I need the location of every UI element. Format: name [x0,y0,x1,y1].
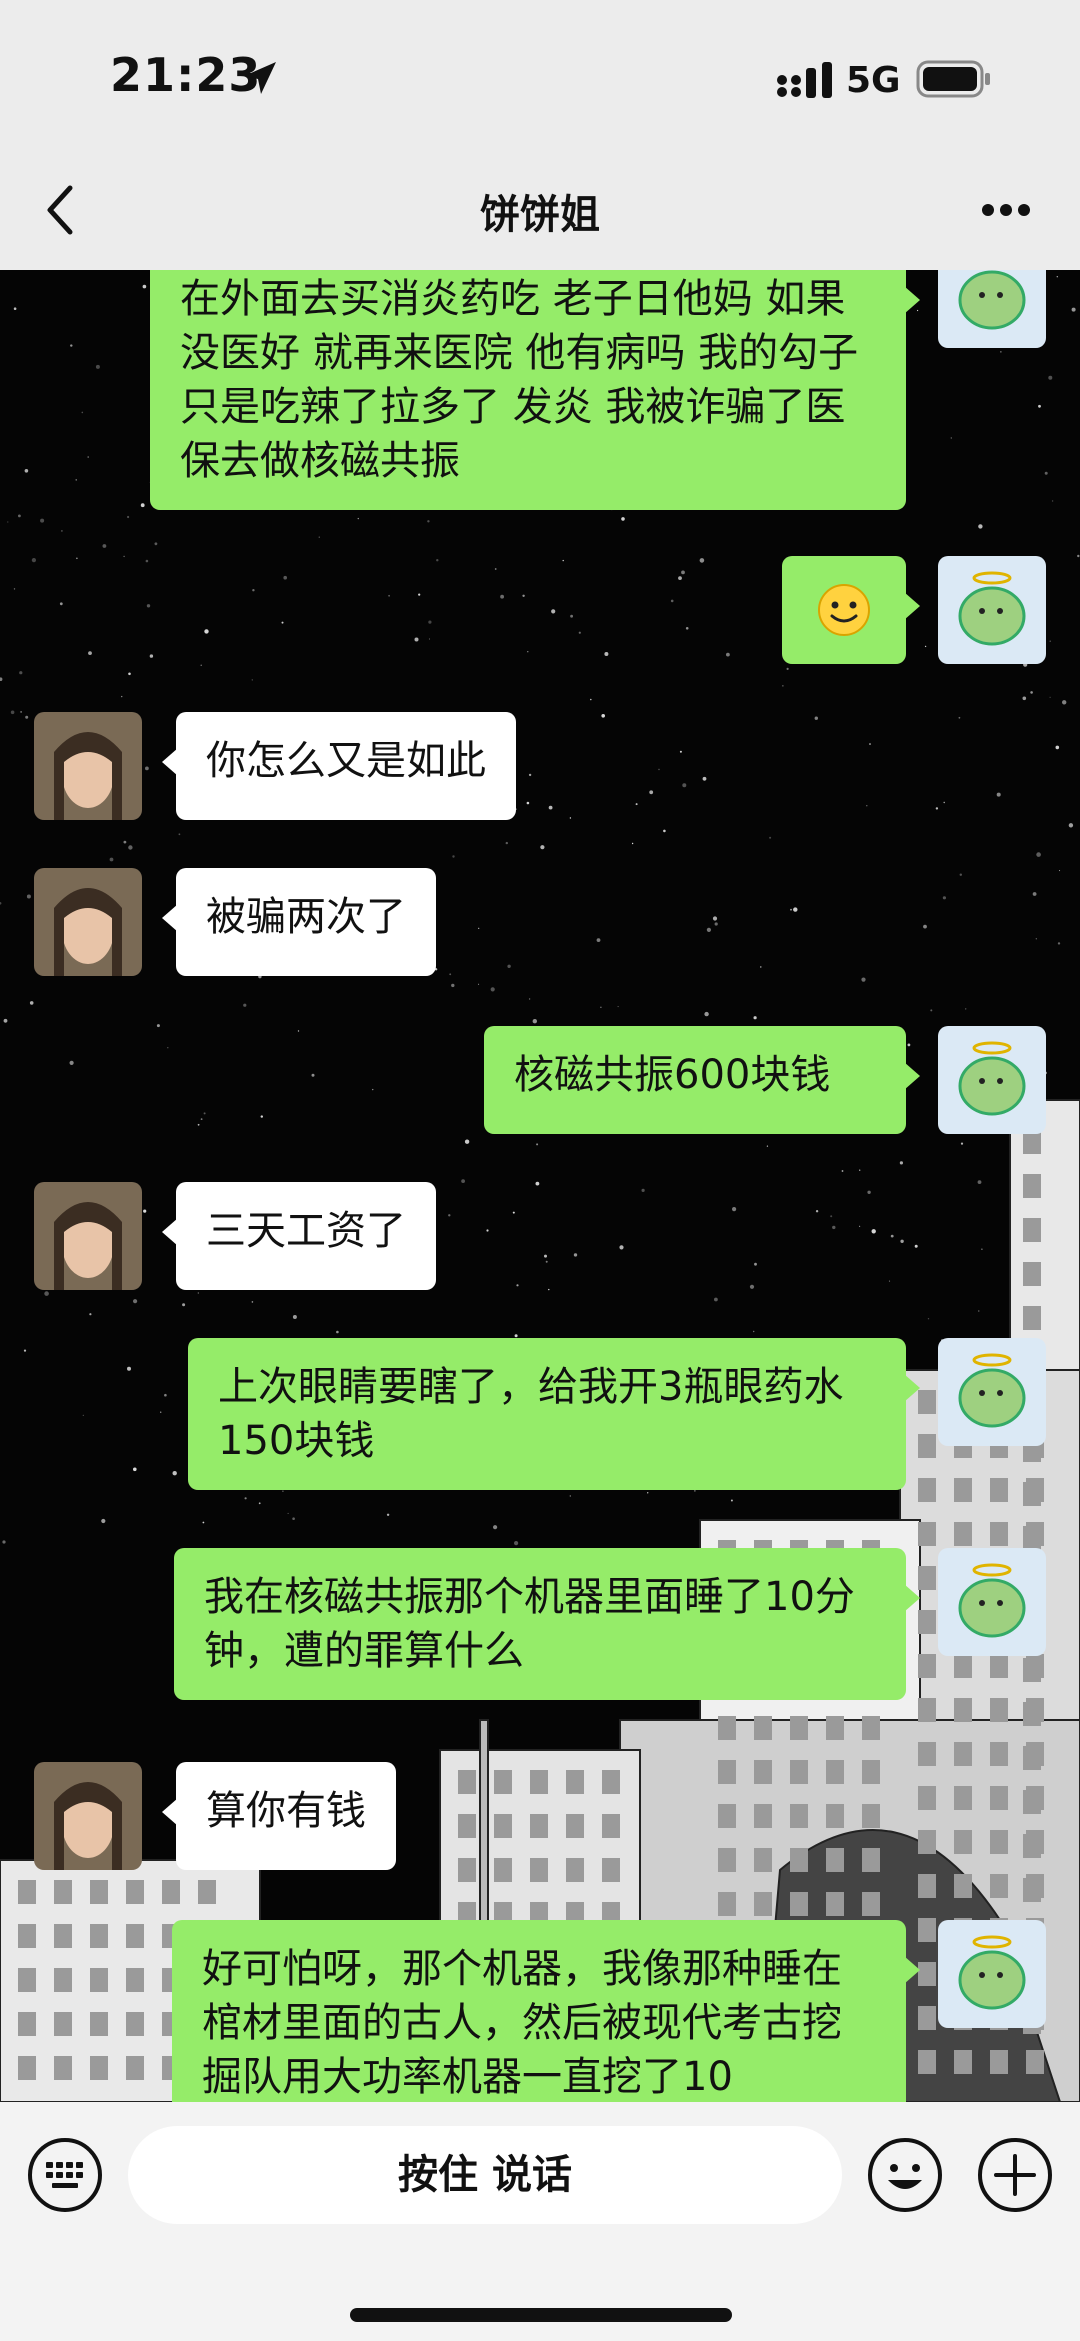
message-text: 算你有钱 [206,1788,366,1834]
message-bubble-sent[interactable]: 我在核磁共振那个机器里面睡了10分钟，遭的罪算什么 [174,1548,920,1700]
message-bubble-received[interactable]: 你怎么又是如此 [162,712,516,820]
message-bubble-sent[interactable]: 好可怕呀，那个机器，我像那种睡在棺材里面的古人，然后被现代考古挖掘队用大功率机器… [172,1920,920,2102]
contact-avatar[interactable] [34,1182,142,1290]
network-type: 5G [846,60,901,101]
contact-avatar[interactable] [34,868,142,976]
self-avatar[interactable] [938,1338,1046,1446]
status-time: 21:23 [110,48,262,102]
message-text: 你怎么又是如此 [206,738,486,784]
battery-icon [916,60,990,98]
smile-emoji [818,584,870,636]
chat-background [0,270,1080,2102]
message-bubble-received[interactable]: 算你有钱 [162,1762,396,1870]
message-text: 三天工资了 [206,1208,406,1254]
message-bubble-sent[interactable]: 在外面去买消炎药吃 老子日他妈 如果没医好 就再来医院 他有病吗 我的勾子只是吃… [150,270,920,510]
top-bar: 21:23 5G 饼饼姐 [0,0,1080,270]
status-bar: 21:23 5G [0,0,1080,160]
self-avatar[interactable] [938,1548,1046,1656]
message-bubble-sent[interactable] [782,556,920,664]
nav-bar: 饼饼姐 [0,160,1080,270]
contact-avatar[interactable] [34,712,142,820]
input-bar: 按住 说话 [0,2102,1080,2341]
message-bubble-received[interactable]: 三天工资了 [162,1182,436,1290]
message-text: 在外面去买消炎药吃 老子日他妈 如果没医好 就再来医院 他有病吗 我的勾子只是吃… [180,276,859,484]
keyboard-icon[interactable] [26,2136,104,2214]
message-text: 上次眼睛要瞎了，给我开3瓶眼药水150块钱 [218,1364,844,1464]
plus-icon[interactable] [976,2136,1054,2214]
more-dots-icon[interactable] [980,202,1032,218]
message-bubble-received[interactable]: 被骗两次了 [162,868,436,976]
contact-avatar[interactable] [34,1762,142,1870]
location-arrow-icon [244,62,276,94]
emoji-icon[interactable] [866,2136,944,2214]
message-text: 我在核磁共振那个机器里面睡了10分钟，遭的罪算什么 [204,1574,855,1674]
message-text: 核磁共振600块钱 [514,1052,831,1098]
message-text: 好可怕呀，那个机器，我像那种睡在棺材里面的古人，然后被现代考古挖掘队用大功率机器… [202,1946,842,2100]
home-indicator[interactable] [350,2308,732,2322]
message-bubble-sent[interactable]: 核磁共振600块钱 [484,1026,920,1134]
signal-icon [777,62,832,98]
self-avatar[interactable] [938,1920,1046,2028]
self-avatar[interactable] [938,556,1046,664]
chat-area[interactable]: 在外面去买消炎药吃 老子日他妈 如果没医好 就再来医院 他有病吗 我的勾子只是吃… [0,270,1080,2102]
message-text: 被骗两次了 [206,894,406,940]
message-bubble-sent[interactable]: 上次眼睛要瞎了，给我开3瓶眼药水150块钱 [188,1338,920,1490]
hold-to-talk-button[interactable]: 按住 说话 [128,2126,842,2224]
chat-title: 饼饼姐 [480,192,600,238]
self-avatar[interactable] [938,270,1046,348]
self-avatar[interactable] [938,1026,1046,1134]
